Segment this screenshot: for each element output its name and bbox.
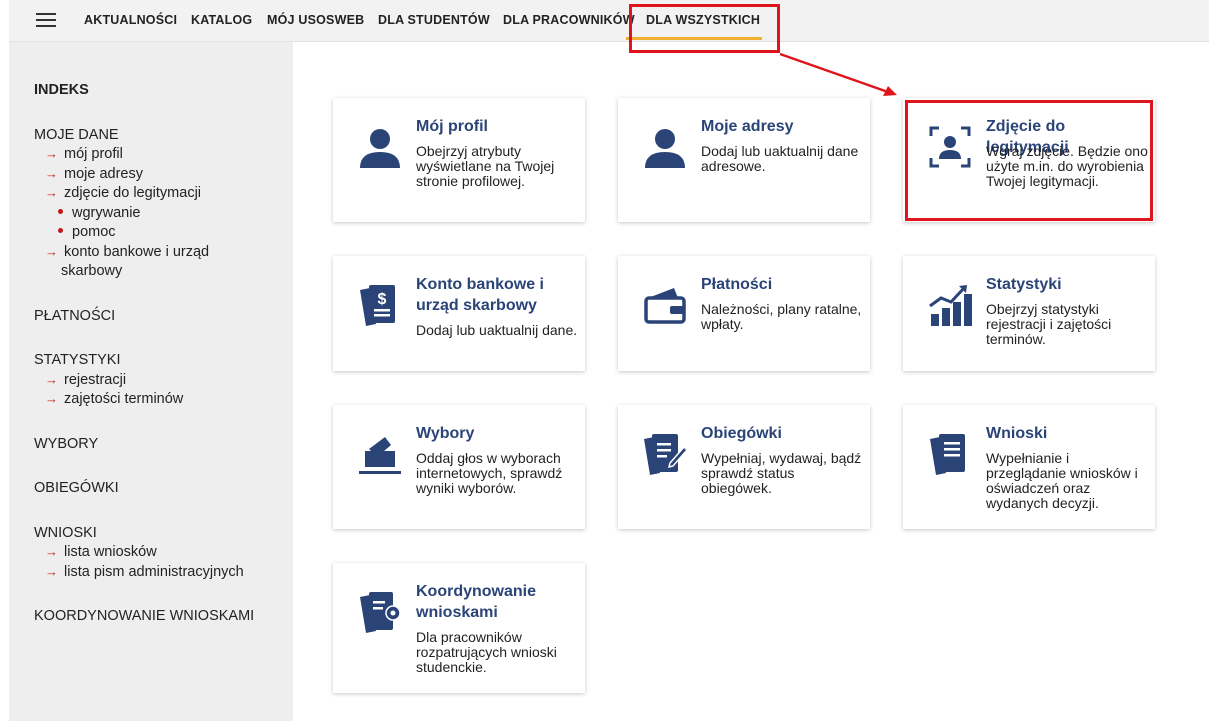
card-title: Płatności — [701, 276, 773, 293]
sidebar-item-konto-bankowe[interactable]: → konto bankowe i urząd — [45, 244, 209, 260]
card-description: Obejrzyj statystyki rejestracji i zajęto… — [986, 301, 1112, 347]
sidebar-section-moje-dane[interactable]: MOJE DANE — [34, 127, 119, 143]
arrow-right-icon: → — [45, 564, 58, 579]
card-description: Wypełniaj, wydawaj, bądź sprawdź status … — [701, 450, 862, 496]
arrow-right-icon: → — [45, 391, 58, 406]
sidebar-item-label: lista wniosków — [64, 544, 157, 560]
card-konto-bankowe[interactable]: $ Konto bankowe i urząd skarbowy Dodaj l… — [333, 256, 585, 371]
sidebar-item-label: mój profil — [64, 146, 123, 162]
card-description: Należności, plany ratalne, wpłaty. — [701, 301, 862, 332]
sidebar-item-label: pomoc — [72, 224, 116, 240]
card-description: Dodaj lub uaktualnij dane adresowe. — [701, 143, 859, 174]
nav-item-moj-usosweb[interactable]: MÓJ USOSWEB — [267, 13, 364, 27]
sidebar-section-statystyki[interactable]: STATYSTYKI — [34, 352, 120, 368]
bullet-icon — [58, 227, 63, 233]
sidebar-item-konto-bankowe-line2[interactable]: skarbowy — [61, 263, 122, 279]
card-title: Mój profil — [416, 118, 488, 135]
nav-item-dla-pracownikow[interactable]: DLA PRACOWNIKÓW — [503, 13, 635, 27]
card-wybory[interactable]: Wybory Oddaj głos w wyborach internetowy… — [333, 405, 585, 529]
sidebar-item-moje-adresy[interactable]: → moje adresy — [45, 166, 143, 182]
user-icon — [360, 129, 400, 168]
nav-item-aktualnosci[interactable]: AKTUALNOŚCI — [84, 13, 177, 27]
card-moj-profil[interactable]: Mój profil Obejrzyj atrybuty wyświetlane… — [333, 98, 585, 222]
card-title: Konto bankowe i urząd skarbowy — [416, 276, 544, 314]
arrow-right-icon: → — [45, 544, 58, 559]
sidebar-item-label: zajętości terminów — [64, 391, 184, 407]
svg-text:$: $ — [378, 291, 387, 308]
arrow-right-icon: → — [45, 146, 58, 161]
card-wnioski[interactable]: Wnioski Wypełnianie i przeglądanie wnios… — [903, 405, 1155, 529]
sidebar-item-moj-profil[interactable]: → mój profil — [45, 146, 123, 162]
sidebar-section-wnioski[interactable]: WNIOSKI — [34, 525, 97, 541]
nav-item-katalog[interactable]: KATALOG — [191, 13, 252, 27]
ballot-box-icon — [359, 437, 401, 474]
sidebar-item-lista-pism[interactable]: → lista pism administracyjnych — [45, 564, 244, 580]
highlight-box-nav — [629, 4, 780, 53]
sidebar-item-label: rejestracji — [64, 372, 127, 388]
card-title: Moje adresy — [701, 118, 794, 135]
bank-document-icon: $ — [360, 285, 395, 326]
sidebar-section-wybory[interactable]: WYBORY — [34, 436, 98, 452]
document-gear-icon — [360, 592, 401, 633]
sidebar-item-label: zdjęcie do legitymacji — [64, 185, 202, 201]
card-title: Koordynowanie wnioskami — [416, 583, 537, 621]
sidebar-item-label: lista pism administracyjnych — [64, 564, 244, 580]
sidebar-subitem-pomoc[interactable]: pomoc — [58, 224, 116, 240]
card-statystyki[interactable]: Statystyki Obejrzyj statystyki rejestrac… — [903, 256, 1155, 371]
card-obiegowki[interactable]: Obiegówki Wypełniaj, wydawaj, bądź spraw… — [618, 405, 870, 529]
arrow-right-icon: → — [45, 166, 58, 181]
sidebar-item-label: konto bankowe i urząd — [64, 244, 210, 260]
arrow-right-icon: → — [45, 372, 58, 387]
document-stack-icon — [930, 434, 965, 475]
card-koordynowanie-wnioskami[interactable]: Koordynowanie wnioskami Dla pracowników … — [333, 563, 585, 693]
sidebar-section-platnosci[interactable]: PŁATNOŚCI — [34, 308, 115, 324]
sidebar-item-label: moje adresy — [64, 166, 143, 182]
chart-growth-icon — [929, 285, 972, 326]
highlight-box-card — [905, 100, 1153, 221]
left-edge-strip — [0, 0, 9, 721]
card-description: Wypełnianie i przeglądanie wniosków i oś… — [986, 450, 1138, 511]
sidebar-item-lista-wnioskow[interactable]: → lista wniosków — [45, 544, 157, 560]
hamburger-menu-icon[interactable] — [36, 13, 56, 29]
sidebar-section-obiegowki[interactable]: OBIEGÓWKI — [34, 480, 119, 496]
card-description: Obejrzyj atrybuty wyświetlane na Twojej … — [416, 143, 555, 189]
card-description: Dla pracowników rozpatrujących wnioski s… — [416, 629, 557, 675]
sidebar-item-rejestracji[interactable]: → rejestracji — [45, 372, 126, 388]
sidebar-section-koordynowanie[interactable]: KOORDYNOWANIE WNIOSKAMI — [34, 608, 254, 624]
card-description: Oddaj głos w wyborach internetowych, spr… — [416, 450, 563, 496]
card-title: Wnioski — [986, 425, 1048, 442]
card-title: Obiegówki — [701, 425, 782, 442]
sidebar-item-zajetosci[interactable]: → zajętości terminów — [45, 391, 183, 407]
card-title: Wybory — [416, 425, 475, 442]
card-title: Statystyki — [986, 276, 1062, 293]
document-edit-icon — [644, 434, 688, 475]
sidebar-item-label: wgrywanie — [72, 205, 141, 221]
sidebar-heading-indeks[interactable]: INDEKS — [34, 82, 89, 98]
bullet-icon — [58, 208, 63, 214]
arrow-right-icon: → — [45, 185, 58, 200]
wallet-icon — [644, 288, 686, 324]
card-moje-adresy[interactable]: Moje adresy Dodaj lub uaktualnij dane ad… — [618, 98, 870, 222]
card-description: Dodaj lub uaktualnij dane. — [416, 322, 578, 338]
card-platnosci[interactable]: Płatności Należności, plany ratalne, wpł… — [618, 256, 870, 371]
nav-item-dla-studentow[interactable]: DLA STUDENTÓW — [378, 13, 490, 27]
sidebar-item-zdjecie[interactable]: → zdjęcie do legitymacji — [45, 185, 201, 201]
sidebar-subitem-wgrywanie[interactable]: wgrywanie — [58, 205, 141, 221]
arrow-right-icon: → — [45, 244, 58, 259]
user-icon — [645, 129, 685, 168]
